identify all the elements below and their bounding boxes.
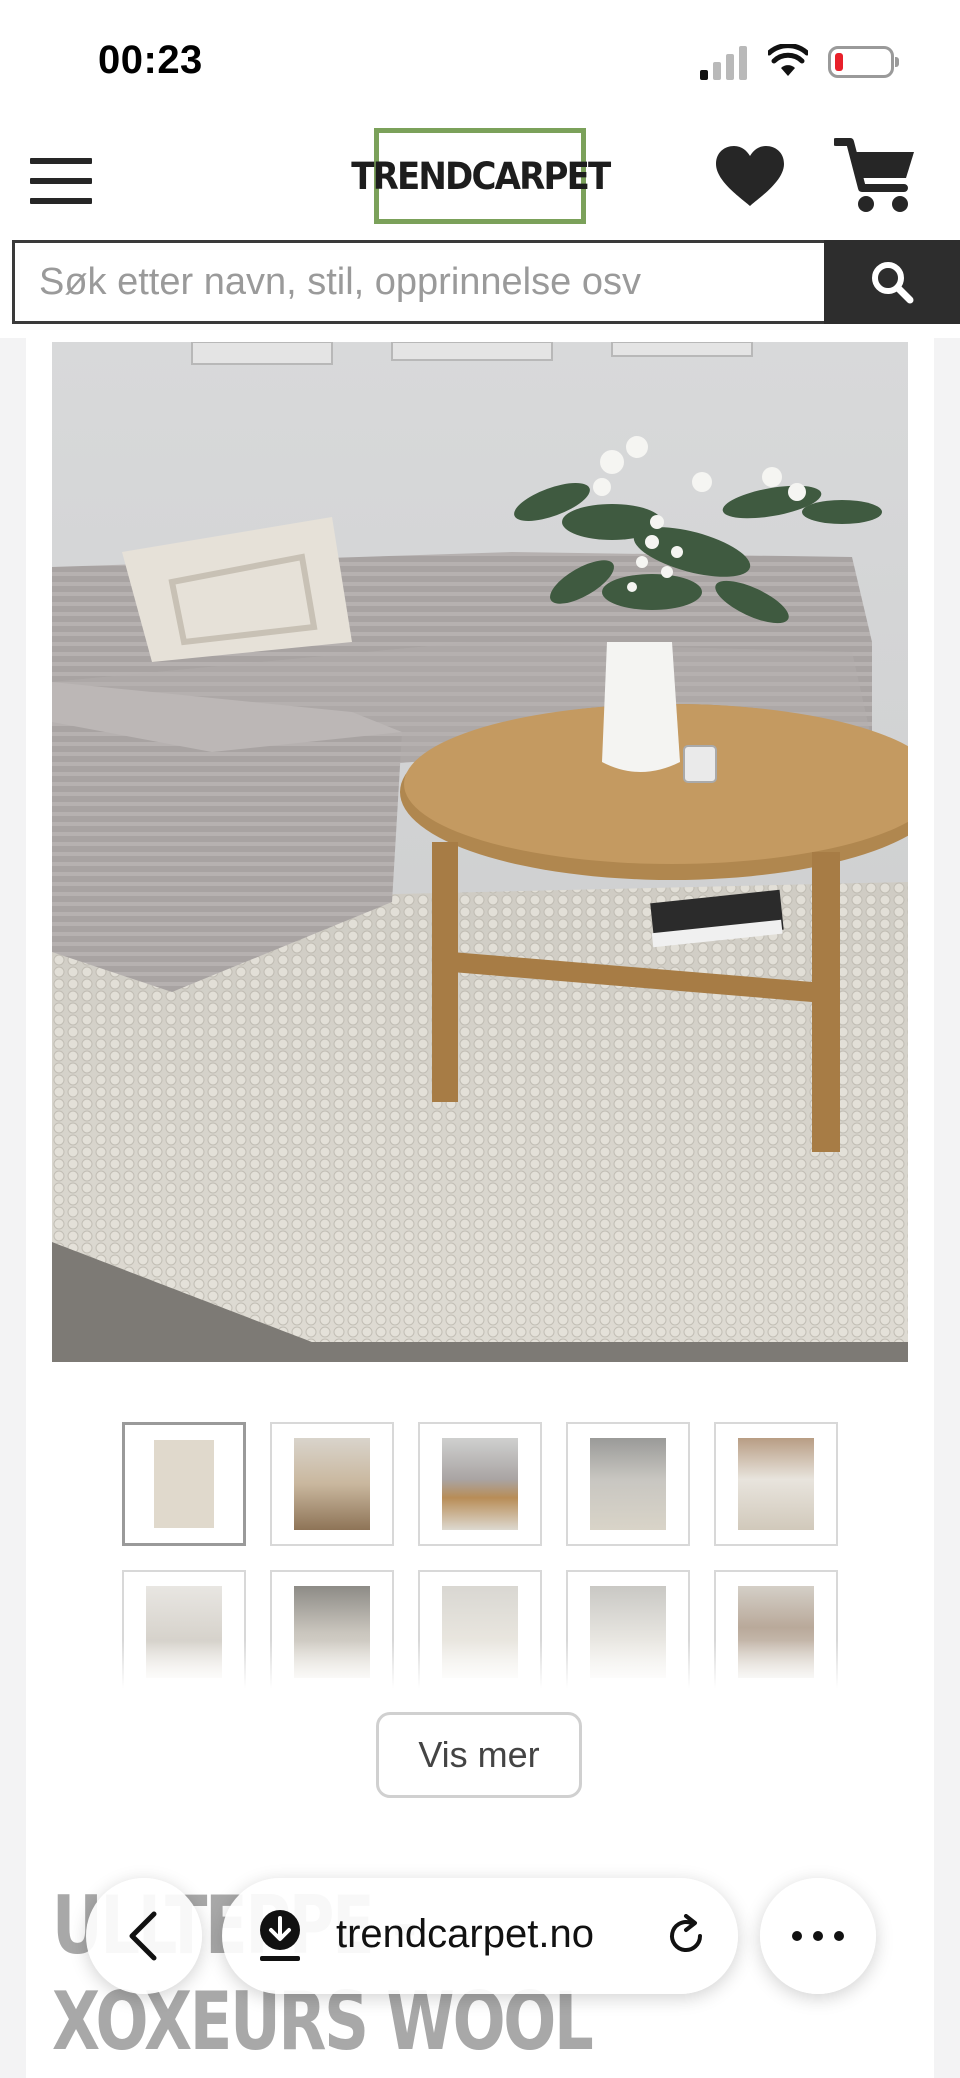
browser-more-button[interactable] (760, 1878, 876, 1994)
browser-address-bar[interactable]: trendcarpet.no (222, 1878, 738, 1994)
thumbnail-image (442, 1438, 518, 1530)
chevron-left-icon (129, 1911, 157, 1961)
show-more-button[interactable]: Vis mer (376, 1712, 582, 1798)
status-time: 00:23 (98, 38, 203, 82)
reload-icon[interactable] (664, 1914, 708, 1958)
thumbnail-image (154, 1440, 214, 1528)
site-header: TRENDCARPET (0, 120, 960, 238)
more-dots-icon (792, 1931, 844, 1941)
browser-back-button[interactable] (86, 1878, 202, 1994)
shopping-cart-icon[interactable] (834, 136, 916, 216)
thumbnail-fade-overlay (110, 1640, 850, 1700)
battery-low-icon (828, 46, 899, 78)
thumbnail-5[interactable] (714, 1422, 838, 1546)
thumbnail-image (738, 1438, 814, 1530)
logo-text: TRENDCARPET (350, 154, 611, 198)
browser-url: trendcarpet.no (336, 1912, 594, 1956)
thumbnail-1[interactable] (122, 1422, 246, 1546)
thumbnail-4[interactable] (566, 1422, 690, 1546)
thumbnail-image (294, 1438, 370, 1530)
battery-level (835, 53, 843, 71)
heart-icon[interactable] (714, 144, 786, 210)
thumbnail-image (590, 1438, 666, 1530)
living-room-photo (52, 342, 908, 1362)
status-bar: 00:23 (0, 0, 960, 120)
search-icon (872, 262, 914, 304)
cellular-signal-icon (700, 46, 747, 80)
thumbnail-2[interactable] (270, 1422, 394, 1546)
thumbnail-3[interactable] (418, 1422, 542, 1546)
hamburger-menu-icon[interactable] (30, 158, 92, 204)
product-main-image[interactable] (52, 342, 908, 1362)
wifi-icon (768, 44, 808, 76)
download-icon[interactable] (256, 1908, 304, 1964)
search-button[interactable] (824, 240, 960, 324)
search-bar (12, 238, 960, 326)
site-logo[interactable]: TRENDCARPET (351, 128, 611, 224)
search-input[interactable] (12, 240, 828, 324)
